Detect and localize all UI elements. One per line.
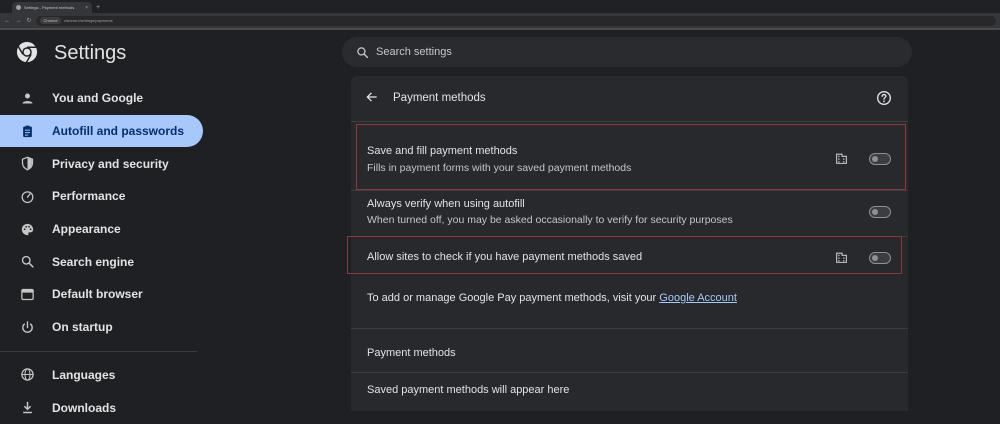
sidebar-item-label: Default browser xyxy=(52,287,143,302)
reload-icon[interactable]: ↻ xyxy=(26,17,33,24)
globe-icon xyxy=(21,368,34,382)
sidebar-item-label: Downloads xyxy=(52,400,117,415)
person-icon xyxy=(22,93,33,104)
setting-label: Always verify when using autofill xyxy=(367,198,525,210)
chrome-logo-icon xyxy=(16,41,38,63)
setting-description: When turned off, you may be asked occasi… xyxy=(367,214,733,226)
subpage-title: Payment methods xyxy=(393,92,486,104)
address-bar[interactable]: Chrome chrome://settings/payments xyxy=(36,15,997,26)
sidebar-item-privacy-and-security[interactable]: Privacy and security xyxy=(0,147,203,180)
google-account-link[interactable]: Google Account xyxy=(659,292,737,304)
search-box[interactable] xyxy=(342,37,912,67)
card-header: Payment methods xyxy=(351,76,908,121)
sidebar-divider xyxy=(0,350,197,352)
sidebar-item-label: Performance xyxy=(52,189,126,204)
sidebar-item-languages[interactable]: Languages xyxy=(0,359,203,392)
settings-header: Settings xyxy=(0,30,1000,76)
chrome-chip: Chrome xyxy=(40,17,61,24)
sidebar-item-label: Languages xyxy=(52,367,116,382)
browser-icon xyxy=(21,288,34,301)
power-icon xyxy=(22,320,33,333)
sidebar-item-on-startup[interactable]: On startup xyxy=(0,311,203,344)
sidebar-item-default-browser[interactable]: Default browser xyxy=(0,278,203,311)
new-tab-button[interactable]: + xyxy=(96,2,100,13)
help-icon[interactable] xyxy=(876,90,892,106)
search-input[interactable] xyxy=(376,46,876,58)
speedometer-icon xyxy=(21,191,34,203)
sidebar-item-label: Autofill and passwords xyxy=(52,124,185,139)
shield-icon xyxy=(21,156,34,171)
section-divider xyxy=(351,372,908,373)
google-pay-text: To add or manage Google Pay payment meth… xyxy=(367,292,660,304)
tab-strip: Settings - Payment methods × + xyxy=(0,0,1000,13)
search-icon xyxy=(21,256,34,268)
setting-row-always-verify: Always verify when using autofill When t… xyxy=(351,190,908,236)
sidebar-item-label: Appearance xyxy=(52,222,121,237)
page-title: Settings xyxy=(54,42,127,64)
payment-methods-card: Payment methods Save and fill payment me… xyxy=(347,76,908,411)
back-arrow-icon[interactable]: ← xyxy=(4,18,11,24)
back-arrow-icon[interactable] xyxy=(365,90,379,104)
sidebar-item-downloads[interactable]: Downloads xyxy=(0,391,203,424)
sidebar-item-label: Privacy and security xyxy=(52,156,169,171)
sidebar-item-autofill-and-passwords[interactable]: Autofill and passwords xyxy=(0,114,203,148)
browser-tab[interactable]: Settings - Payment methods × xyxy=(12,2,92,13)
always-verify-toggle[interactable] xyxy=(869,206,891,218)
header-divider xyxy=(351,121,908,122)
settings-favicon-icon xyxy=(16,5,21,10)
section-title: Payment methods xyxy=(367,347,456,359)
sidebar-item-label: You and Google xyxy=(52,91,144,106)
tab-title: Settings - Payment methods xyxy=(24,5,75,10)
sidebar-item-appearance[interactable]: Appearance xyxy=(0,213,203,246)
sidebar-item-search-engine[interactable]: Search engine xyxy=(0,245,203,278)
empty-state-message: Saved payment methods will appear here xyxy=(367,384,570,396)
sidebar-item-you-and-google[interactable]: You and Google xyxy=(0,82,203,115)
section-divider xyxy=(351,328,908,329)
sidebar-item-label: Search engine xyxy=(52,254,135,269)
search-icon xyxy=(357,46,369,58)
tab-close-icon[interactable]: × xyxy=(85,5,88,11)
palette-icon xyxy=(21,223,34,235)
highlight-box xyxy=(356,124,906,190)
highlight-box xyxy=(347,236,902,274)
sidebar-item-performance[interactable]: Performance xyxy=(0,180,203,213)
forward-arrow-icon[interactable]: → xyxy=(15,18,22,24)
sidebar: You and Google Autofill and passwords Pr… xyxy=(0,82,210,424)
sidebar-item-label: On startup xyxy=(52,320,113,335)
download-icon xyxy=(23,401,32,414)
clipboard-icon xyxy=(23,125,32,137)
browser-toolbar: ← → ↻ Chrome chrome://settings/payments xyxy=(0,13,1000,28)
google-pay-note: To add or manage Google Pay payment meth… xyxy=(367,292,737,304)
url-text: chrome://settings/payments xyxy=(63,18,113,23)
